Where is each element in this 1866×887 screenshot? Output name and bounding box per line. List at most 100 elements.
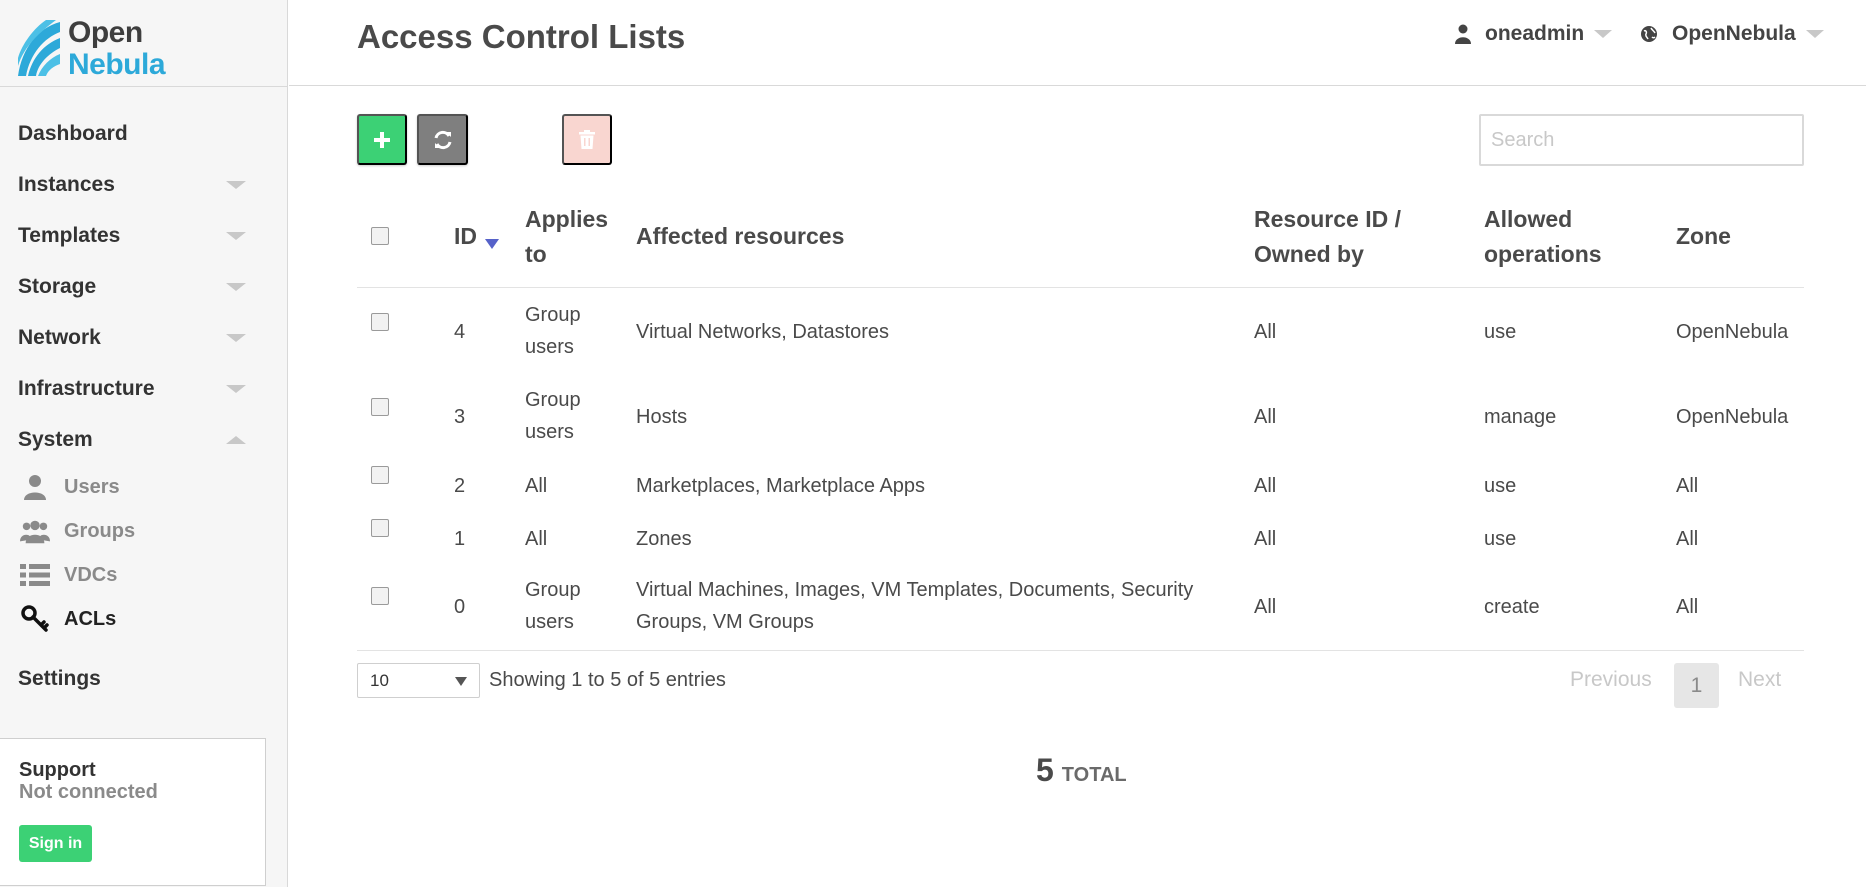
page-size-select[interactable]: 10 (357, 663, 480, 698)
user-menu[interactable]: oneadmin (1455, 22, 1613, 46)
column-header-resource-id[interactable]: Resource ID / Owned by (1254, 202, 1434, 272)
column-header-allowed-operations[interactable]: Allowed operations (1484, 202, 1634, 272)
table-row[interactable]: 4 Group users Virtual Networks, Datastor… (357, 288, 1804, 374)
globe-icon (1640, 25, 1658, 43)
table-footer-divider (357, 650, 1804, 651)
cell-owned-by: All (1254, 321, 1277, 343)
sidebar-item-groups[interactable]: Groups (0, 509, 288, 553)
sidebar-item-instances[interactable]: Instances (0, 159, 288, 210)
logo-text-nebula: Nebula (68, 48, 166, 81)
cell-zone: All (1676, 528, 1699, 550)
previous-page-button[interactable]: Previous (1570, 668, 1652, 692)
sidebar-item-label: Dashboard (18, 121, 128, 145)
cell-operations: manage (1484, 406, 1557, 428)
current-page-button[interactable]: 1 (1674, 663, 1719, 708)
add-button[interactable] (357, 114, 407, 165)
cell-zone: OpenNebula (1676, 321, 1789, 343)
cell-zone: All (1676, 475, 1699, 497)
chevron-down-icon (226, 384, 246, 393)
sidebar-item-infrastructure[interactable]: Infrastructure (0, 363, 288, 414)
acl-table: ID Applies to Affected resources Resourc… (357, 198, 1804, 650)
next-page-button[interactable]: Next (1738, 668, 1781, 692)
chevron-down-icon (1594, 30, 1613, 38)
user-icon (20, 473, 50, 501)
sidebar-item-settings[interactable]: Settings (0, 653, 288, 704)
sidebar-item-label: Infrastructure (18, 376, 155, 400)
cell-applies-to: All (525, 528, 548, 550)
support-title: Support (19, 759, 96, 781)
table-row[interactable]: 2 All Marketplaces, Marketplace Apps All… (357, 458, 1804, 510)
chevron-down-icon (226, 231, 246, 240)
logo-text-open: Open (68, 16, 143, 49)
cell-applies-to: Group users (525, 304, 581, 358)
table-header: ID Applies to Affected resources Resourc… (357, 198, 1804, 288)
total-count: 5 (1036, 752, 1054, 788)
search-input[interactable] (1479, 114, 1804, 166)
cell-id: 1 (454, 528, 466, 550)
sidebar-item-system[interactable]: System (0, 414, 288, 465)
chevron-down-icon (226, 180, 246, 189)
sidebar-item-label: Users (64, 475, 120, 498)
select-all-checkbox[interactable] (371, 227, 389, 245)
support-status: Not connected (19, 781, 158, 803)
support-panel: Support Not connected Sign in (0, 738, 266, 886)
sidebar-item-label: Network (18, 325, 101, 349)
cell-id: 2 (454, 475, 466, 497)
cell-affected-resources: Hosts (636, 406, 688, 428)
dropdown-arrow-icon (455, 677, 467, 686)
column-header-zone[interactable]: Zone (1676, 219, 1731, 254)
refresh-button[interactable] (417, 114, 468, 165)
zone-label: OpenNebula (1672, 22, 1796, 45)
sidebar-item-network[interactable]: Network (0, 312, 288, 363)
sort-desc-icon (485, 238, 499, 249)
row-checkbox[interactable] (371, 466, 389, 484)
sidebar-item-storage[interactable]: Storage (0, 261, 288, 312)
cell-id: 4 (454, 321, 466, 343)
sidebar-item-label: ACLs (64, 607, 117, 630)
sidebar-divider (0, 86, 288, 87)
sign-in-button[interactable]: Sign in (19, 825, 92, 862)
page-title: Access Control Lists (357, 18, 686, 55)
table-row[interactable]: 0 Group users Virtual Machines, Images, … (357, 562, 1804, 650)
row-checkbox[interactable] (371, 398, 389, 416)
chevron-down-icon (226, 282, 246, 291)
sidebar-item-vdcs[interactable]: VDCs (0, 553, 288, 597)
sidebar-item-label: Templates (18, 223, 121, 247)
sidebar: Open Nebula Dashboard Instances Template… (0, 0, 288, 887)
total-summary: 5 TOTAL (1036, 752, 1127, 789)
sidebar-item-templates[interactable]: Templates (0, 210, 288, 261)
sidebar-item-dashboard[interactable]: Dashboard (0, 108, 288, 159)
cell-operations: use (1484, 528, 1517, 550)
row-checkbox[interactable] (371, 519, 389, 537)
key-icon (20, 605, 50, 633)
cell-zone: OpenNebula (1676, 406, 1789, 428)
cell-operations: create (1484, 596, 1540, 618)
cell-owned-by: All (1254, 406, 1277, 428)
list-icon (20, 561, 50, 589)
sidebar-item-label: Groups (64, 519, 136, 542)
zone-menu[interactable]: OpenNebula (1640, 22, 1824, 46)
row-checkbox[interactable] (371, 587, 389, 605)
table-row[interactable]: 1 All Zones All use All (357, 510, 1804, 562)
trash-icon (579, 130, 595, 149)
sidebar-item-label: VDCs (64, 563, 118, 586)
sidebar-item-users[interactable]: Users (0, 465, 288, 509)
cell-id: 0 (454, 596, 466, 618)
plus-icon (374, 131, 390, 148)
cell-applies-to: Group users (525, 579, 581, 633)
nebula-logo-icon (18, 20, 60, 76)
table-row[interactable]: 3 Group users Hosts All manage OpenNebul… (357, 374, 1804, 458)
column-header-id[interactable]: ID (454, 219, 499, 254)
column-header-affected-resources[interactable]: Affected resources (636, 219, 844, 254)
cell-owned-by: All (1254, 475, 1277, 497)
sidebar-item-label: Storage (18, 274, 97, 298)
sidebar-item-acls[interactable]: ACLs (0, 597, 288, 641)
column-header-label: ID (454, 223, 477, 249)
opennebula-logo[interactable]: Open Nebula (16, 14, 186, 84)
total-label: TOTAL (1061, 764, 1127, 786)
cell-owned-by: All (1254, 596, 1277, 618)
delete-button[interactable] (562, 114, 612, 165)
column-header-applies-to[interactable]: Applies to (525, 202, 625, 272)
chevron-up-icon (226, 435, 246, 444)
row-checkbox[interactable] (371, 313, 389, 331)
